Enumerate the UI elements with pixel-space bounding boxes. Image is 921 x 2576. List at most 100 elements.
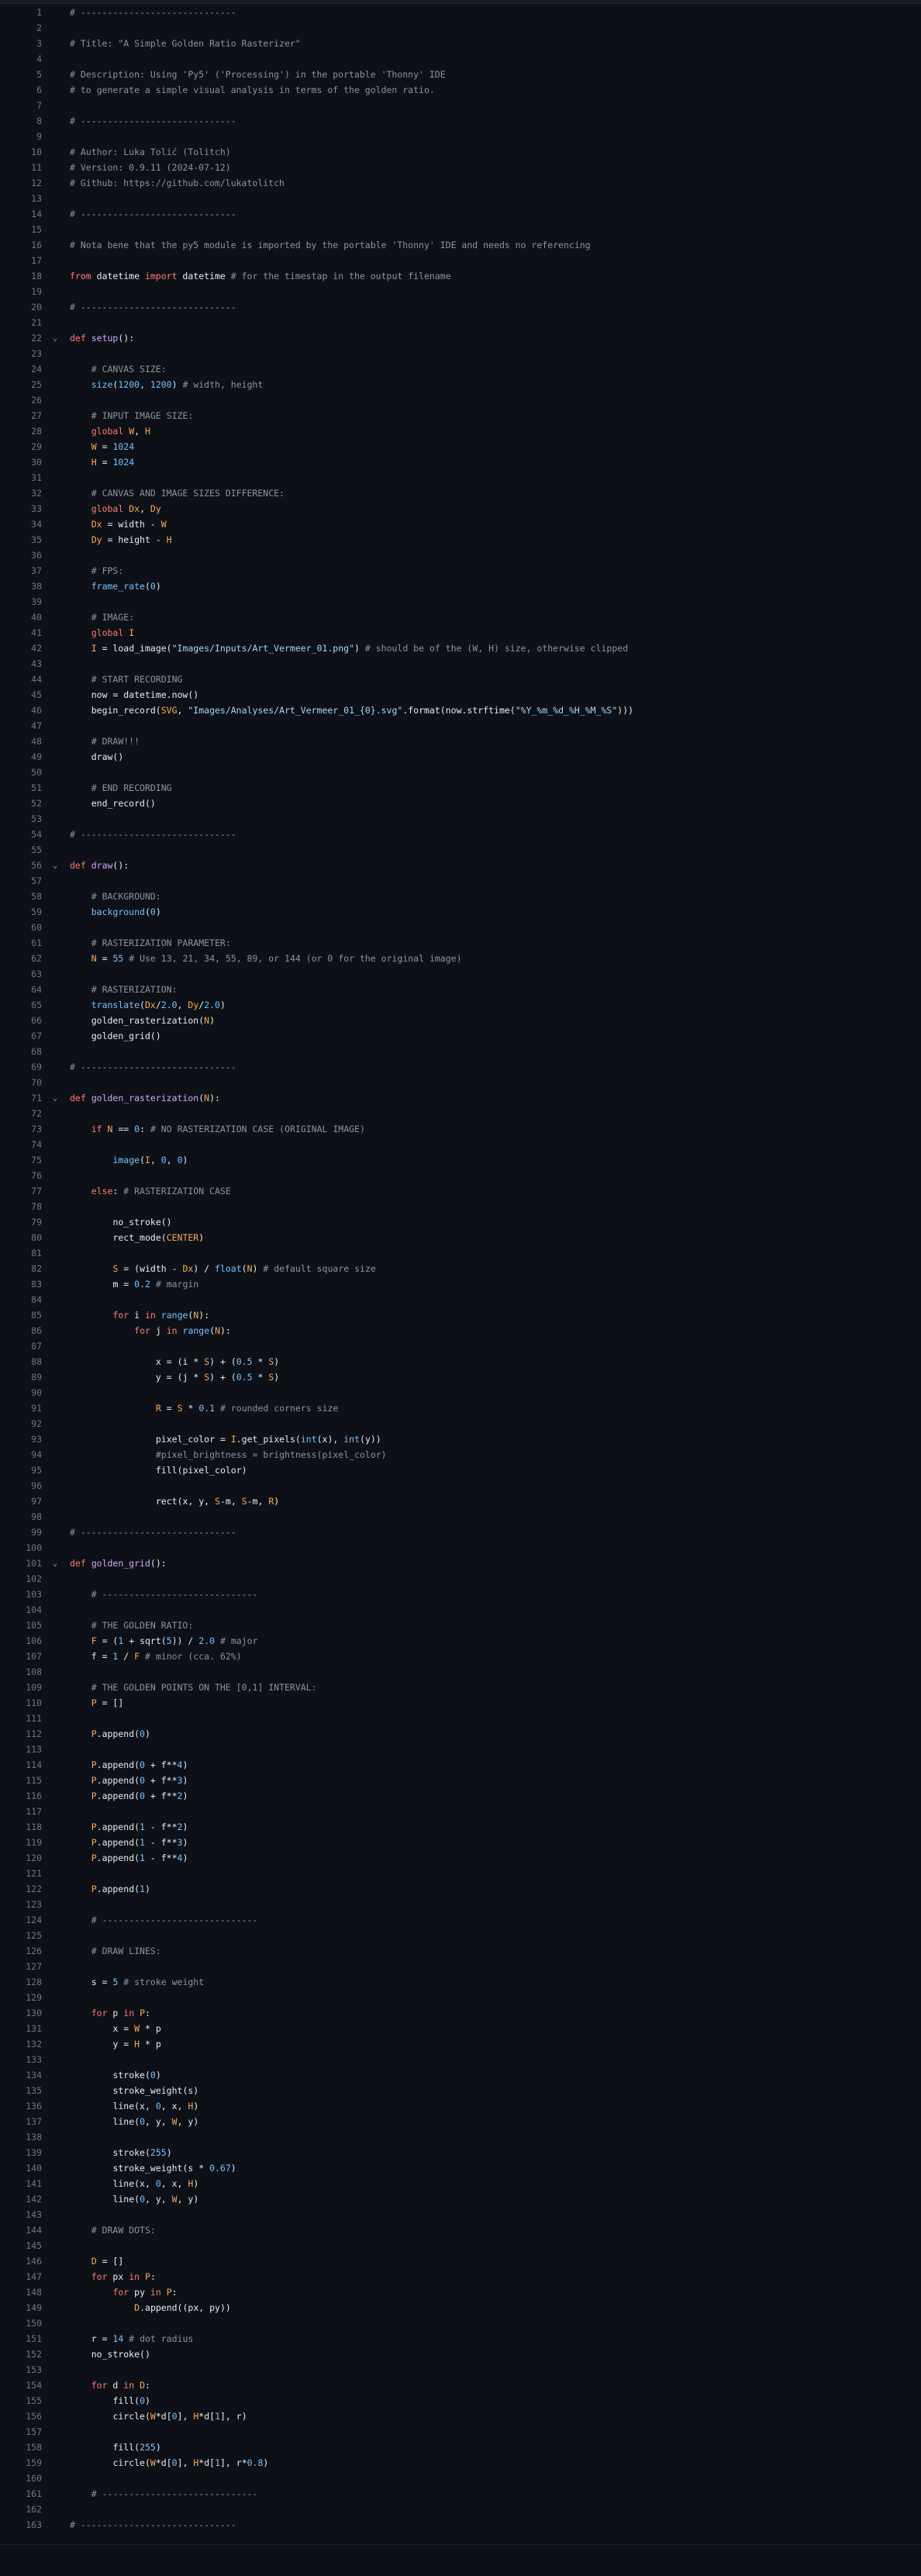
code-line[interactable]: 138	[0, 2129, 921, 2145]
code-line[interactable]: 152 no_stroke()	[0, 2346, 921, 2362]
code-line[interactable]: 148 for py in P:	[0, 2284, 921, 2300]
code-line[interactable]: 65 translate(Dx/2.0, Dy/2.0)	[0, 997, 921, 1013]
code-line[interactable]: 13	[0, 191, 921, 206]
code-line[interactable]: 101 ⌄ def golden_grid():	[0, 1556, 921, 1571]
code-line[interactable]: 113	[0, 1742, 921, 1757]
code-line[interactable]: 3 # Title: "A Simple Golden Ratio Rasteri…	[0, 36, 921, 51]
code-line[interactable]: 26	[0, 392, 921, 408]
code-line[interactable]: 66 golden_rasterization(N)	[0, 1013, 921, 1028]
code-line[interactable]: 2	[0, 20, 921, 36]
code-line[interactable]: 95 fill(pixel_color)	[0, 1462, 921, 1478]
code-line[interactable]: 121	[0, 1866, 921, 1881]
code-line[interactable]: 9	[0, 129, 921, 144]
code-line[interactable]: 159 circle(W*d[0], H*d[1], r*0.8)	[0, 2455, 921, 2471]
code-line[interactable]: 18 from datetime import datetime # for th…	[0, 268, 921, 284]
code-line[interactable]: 55	[0, 842, 921, 858]
code-line[interactable]: 87	[0, 1338, 921, 1354]
code-line[interactable]: 116 P.append(0 + f**2)	[0, 1788, 921, 1804]
code-line[interactable]: 122 P.append(1)	[0, 1881, 921, 1897]
code-line[interactable]: 143	[0, 2207, 921, 2222]
code-line[interactable]: 46 begin_record(SVG, "Images/Analyses/Art…	[0, 703, 921, 718]
code-line[interactable]: 78	[0, 1199, 921, 1214]
code-line[interactable]: 128 s = 5 # stroke weight	[0, 1974, 921, 1990]
code-line[interactable]: 160	[0, 2471, 921, 2486]
code-line[interactable]: 72	[0, 1106, 921, 1121]
code-line[interactable]: 35 Dy = height - H	[0, 532, 921, 547]
code-line[interactable]: 51 # END RECORDING	[0, 780, 921, 796]
code-line[interactable]: 36	[0, 547, 921, 563]
code-line[interactable]: 76	[0, 1168, 921, 1183]
code-line[interactable]: 11 # Version: 0.9.11 (2024-07-12)	[0, 160, 921, 175]
code-line[interactable]: 17	[0, 253, 921, 268]
code-line[interactable]: 125	[0, 1928, 921, 1943]
code-line[interactable]: 73 if N == 0: # NO RASTERIZATION CASE (OR…	[0, 1121, 921, 1137]
code-line[interactable]: 149 D.append((px, py))	[0, 2300, 921, 2315]
code-line[interactable]: 91 R = S * 0.1 # rounded corners size	[0, 1400, 921, 1416]
code-line[interactable]: 142 line(0, y, W, y)	[0, 2191, 921, 2207]
fold-chevron-icon[interactable]: ⌄	[50, 330, 60, 346]
code-line[interactable]: 48 # DRAW!!!	[0, 734, 921, 749]
fold-chevron-icon[interactable]: ⌄	[50, 1090, 60, 1106]
code-line[interactable]: 32 # CANVAS AND IMAGE SIZES DIFFERENCE:	[0, 485, 921, 501]
code-line[interactable]: 163 # -----------------------------	[0, 2517, 921, 2533]
code-line[interactable]: 141 line(x, 0, x, H)	[0, 2176, 921, 2191]
code-line[interactable]: 92	[0, 1416, 921, 1431]
code-line[interactable]: 97 rect(x, y, S-m, S-m, R)	[0, 1493, 921, 1509]
code-line[interactable]: 8 # -----------------------------	[0, 113, 921, 129]
code-line[interactable]: 71 ⌄ def golden_rasterization(N):	[0, 1090, 921, 1106]
code-line[interactable]: 6 # to generate a simple visual analysis …	[0, 82, 921, 98]
code-line[interactable]: 99 # -----------------------------	[0, 1525, 921, 1540]
code-line[interactable]: 30 H = 1024	[0, 454, 921, 470]
code-line[interactable]: 132 y = H * p	[0, 2036, 921, 2052]
code-line[interactable]: 34 Dx = width - W	[0, 516, 921, 532]
code-line[interactable]: 118 P.append(1 - f**2)	[0, 1819, 921, 1835]
code-line[interactable]: 14 # -----------------------------	[0, 206, 921, 222]
code-line[interactable]: 47	[0, 718, 921, 734]
code-line[interactable]: 56 ⌄ def draw():	[0, 858, 921, 873]
code-line[interactable]: 104	[0, 1602, 921, 1618]
code-line[interactable]: 82 S = (width - Dx) / float(N) # default …	[0, 1261, 921, 1276]
code-line[interactable]: 40 # IMAGE:	[0, 609, 921, 625]
code-line[interactable]: 27 # INPUT IMAGE SIZE:	[0, 408, 921, 423]
code-line[interactable]: 156 circle(W*d[0], H*d[1], r)	[0, 2409, 921, 2424]
code-line[interactable]: 102	[0, 1571, 921, 1587]
code-line[interactable]: 37 # FPS:	[0, 563, 921, 578]
code-line[interactable]: 60	[0, 920, 921, 935]
code-line[interactable]: 106 F = (1 + sqrt(5)) / 2.0 # major	[0, 1633, 921, 1649]
code-line[interactable]: 130 for p in P:	[0, 2005, 921, 2021]
code-line[interactable]: 153	[0, 2362, 921, 2377]
code-line[interactable]: 150	[0, 2315, 921, 2331]
code-line[interactable]: 21	[0, 315, 921, 330]
code-line[interactable]: 63	[0, 966, 921, 982]
code-line[interactable]: 57	[0, 873, 921, 889]
code-line[interactable]: 105 # THE GOLDEN RATIO:	[0, 1618, 921, 1633]
code-line[interactable]: 4	[0, 51, 921, 67]
fold-chevron-icon[interactable]: ⌄	[50, 1556, 60, 1571]
code-line[interactable]: 39	[0, 594, 921, 609]
code-line[interactable]: 45 now = datetime.now()	[0, 687, 921, 703]
code-line[interactable]: 41 global I	[0, 625, 921, 641]
code-line[interactable]: 107 f = 1 / F # minor (cca. 62%)	[0, 1649, 921, 1664]
code-line[interactable]: 69 # -----------------------------	[0, 1059, 921, 1075]
code-line[interactable]: 23	[0, 346, 921, 361]
code-line[interactable]: 135 stroke_weight(s)	[0, 2083, 921, 2098]
code-editor[interactable]: 1 # ----------------------------- 2 3 # Titl…	[0, 5, 921, 2533]
code-line[interactable]: 16 # Nota bene that the py5 module is imp…	[0, 237, 921, 253]
code-line[interactable]: 42 I = load_image("Images/Inputs/Art_Verm…	[0, 641, 921, 656]
code-line[interactable]: 28 global W, H	[0, 423, 921, 439]
code-line[interactable]: 140 stroke_weight(s * 0.67)	[0, 2160, 921, 2176]
code-line[interactable]: 111	[0, 1711, 921, 1726]
code-line[interactable]: 127	[0, 1959, 921, 1974]
code-line[interactable]: 64 # RASTERIZATION:	[0, 982, 921, 997]
code-line[interactable]: 24 # CANVAS SIZE:	[0, 361, 921, 377]
code-line[interactable]: 123	[0, 1897, 921, 1912]
code-line[interactable]: 10 # Author: Luka Tolić (Tolitch)	[0, 144, 921, 160]
code-line[interactable]: 50	[0, 765, 921, 780]
code-line[interactable]: 59 background(0)	[0, 904, 921, 920]
code-line[interactable]: 157	[0, 2424, 921, 2440]
fold-chevron-icon[interactable]: ⌄	[50, 858, 60, 873]
code-line[interactable]: 79 no_stroke()	[0, 1214, 921, 1230]
code-line[interactable]: 53	[0, 811, 921, 827]
code-line[interactable]: 33 global Dx, Dy	[0, 501, 921, 516]
code-line[interactable]: 70	[0, 1075, 921, 1090]
